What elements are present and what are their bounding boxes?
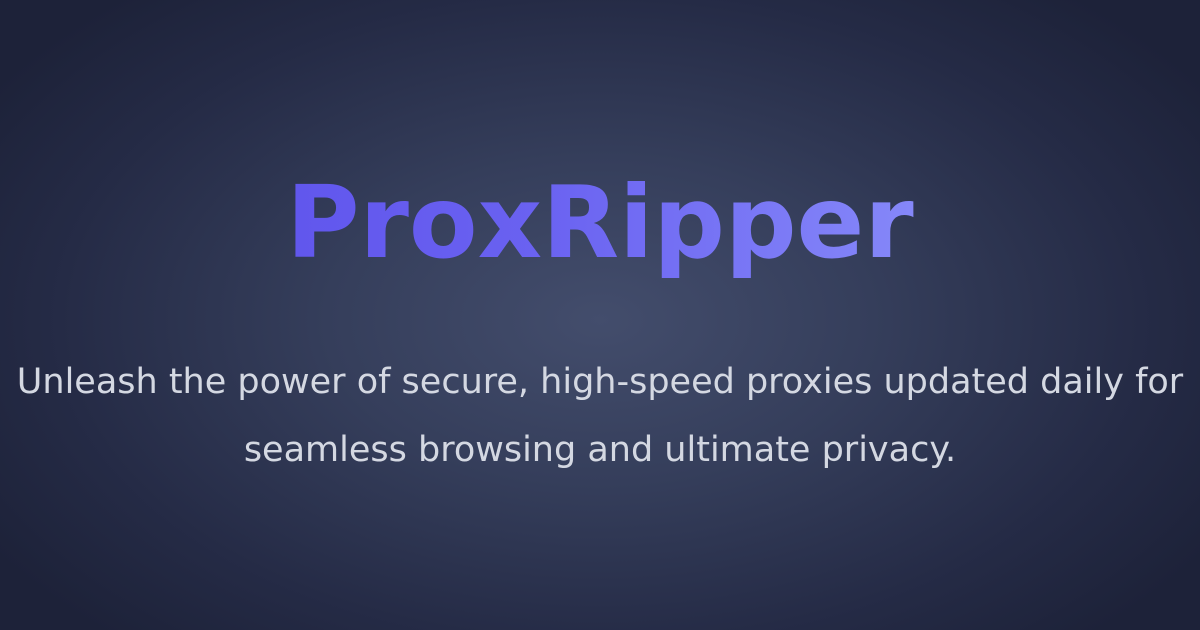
hero-section: ProxRipper Unleash the power of secure, … <box>0 0 1200 630</box>
tagline: Unleash the power of secure, high-speed … <box>16 362 1184 470</box>
brand-title: ProxRipper <box>0 158 1200 288</box>
